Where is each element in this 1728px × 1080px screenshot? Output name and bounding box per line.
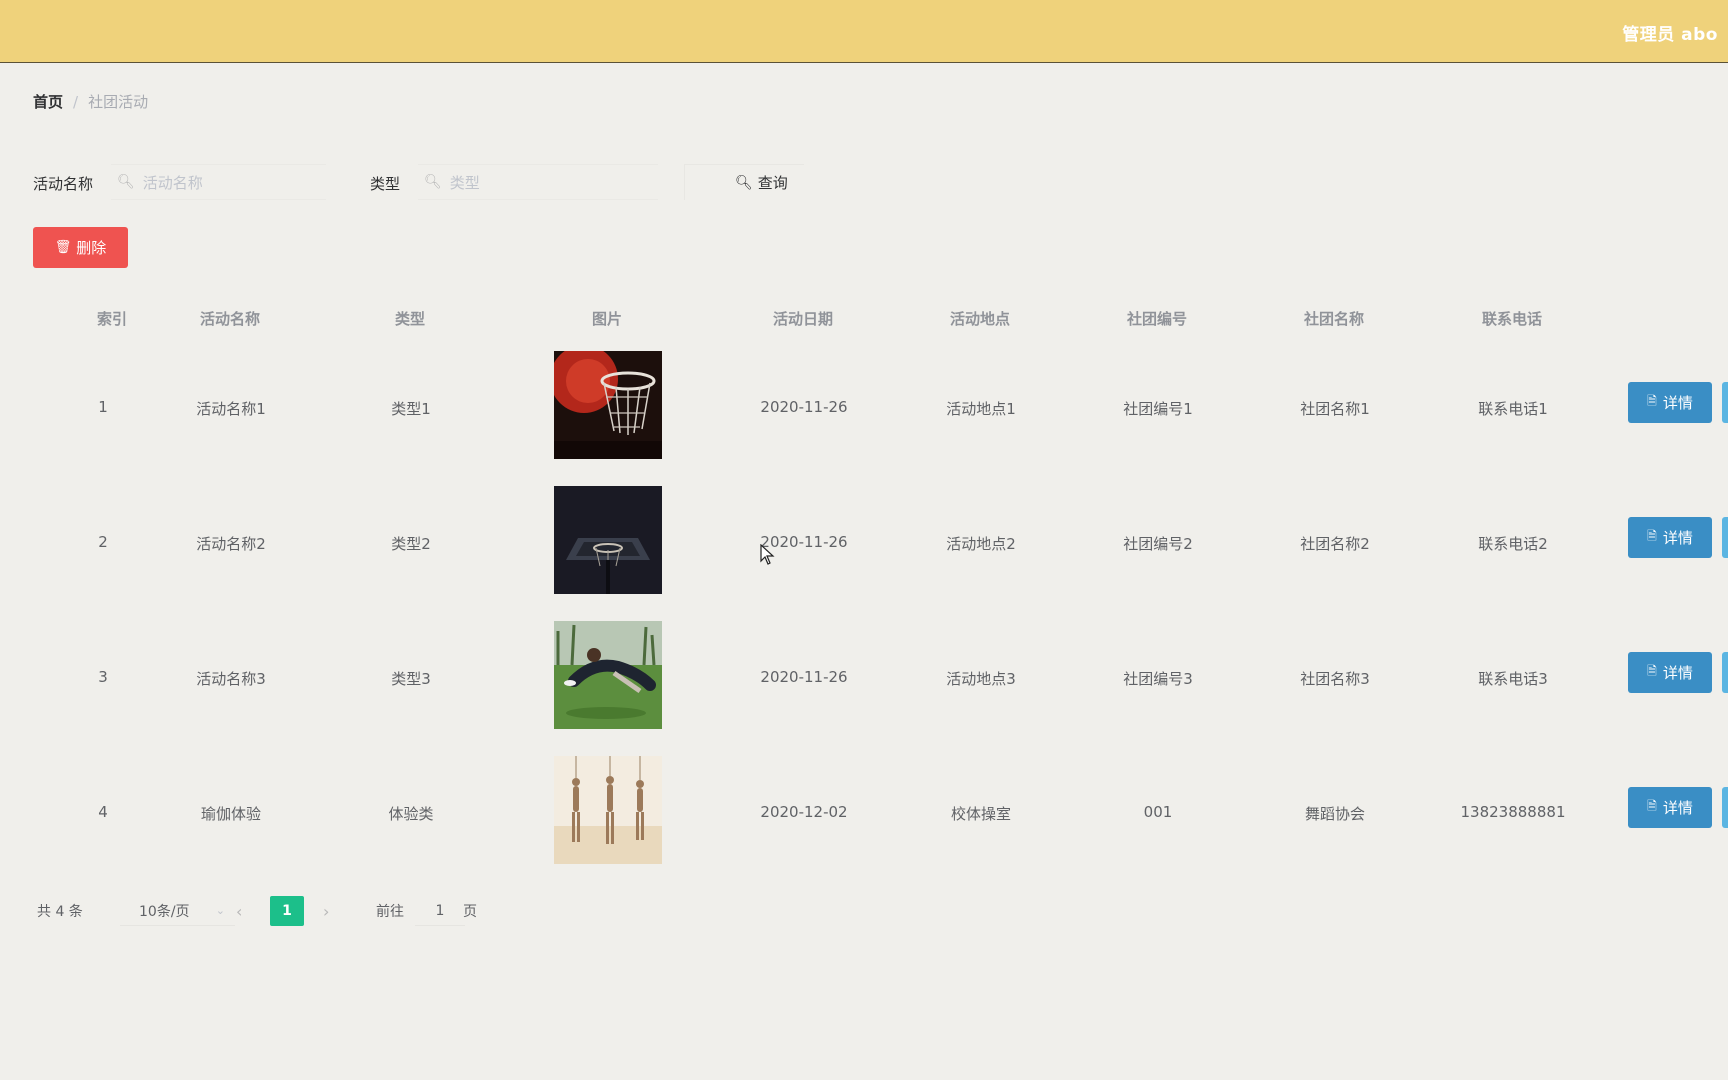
cell-club-name: 社团名称3 [1300,670,1370,688]
document-icon: 🗎︎ [1647,394,1657,408]
chevron-down-icon: ⌄ [215,904,225,917]
delete-button-label: 删除 [76,239,107,257]
activity-table: 索引 活动名称 类型 图片 活动日期 活动地点 社团编号 社团名称 联系电话 1… [33,295,1728,880]
column-header-date: 活动日期 [772,310,834,328]
cell-phone: 联系电话1 [1478,400,1548,418]
cell-name: 活动名称3 [196,670,266,688]
cell-phone: 联系电话2 [1478,535,1548,553]
top-header-bar: 管理员 abo [0,0,1728,63]
cell-club-no: 001 [1143,803,1173,821]
activity-name-placeholder: 活动名称 [142,173,203,192]
table-row[interactable]: 4 瑜伽体验 体验类 2020-12-02 校体操室 001 舞蹈协会 1382… [33,745,1728,880]
cell-type: 类型1 [391,400,431,418]
cell-club-no: 社团编号3 [1123,670,1193,688]
column-header-phone: 联系电话 [1481,310,1543,328]
cell-index: 1 [98,398,108,416]
edit-button-partial[interactable] [1722,787,1728,828]
prev-page-icon[interactable]: ‹ [236,896,242,926]
goto-page-input[interactable]: 1 [415,896,465,926]
pagination: 共 4 条 10条/页 ⌄ ‹ 1 › 前往 1 页 [37,896,497,926]
detail-button[interactable]: 🗎︎ 详情 [1628,517,1712,558]
document-icon: 🗎︎ [1647,664,1657,678]
cell-club-name: 舞蹈协会 [1304,805,1366,823]
detail-button-label: 详情 [1662,529,1693,547]
cell-phone: 联系电话3 [1478,670,1548,688]
table-row[interactable]: 3 活动名称3 类型3 2020-11-26 活动地点3 社团编号3 社团名称3… [33,610,1728,745]
column-header-name: 活动名称 [199,310,261,328]
cell-type: 体验类 [388,805,434,823]
cell-index: 4 [98,803,108,821]
detail-button-label: 详情 [1662,664,1693,682]
cell-club-no: 社团编号1 [1123,400,1193,418]
column-header-image: 图片 [591,310,623,328]
table-row[interactable]: 1 活动名称1 类型1 2020-11-26 活动地点1 社团编号1 社团名称1… [33,340,1728,475]
detail-button[interactable]: 🗎︎ 详情 [1628,787,1712,828]
table-row[interactable]: 2 活动名称2 类型2 2020-11-26 活动地点2 社团编号2 社团名称2… [33,475,1728,610]
document-icon: 🗎︎ [1647,799,1657,813]
cell-type: 类型3 [391,670,431,688]
search-icon: 🔍︎ [424,174,442,190]
cell-club-name: 社团名称2 [1300,535,1370,553]
delete-button[interactable]: 🗑︎ 删除 [33,227,128,268]
cell-name: 瑜伽体验 [200,805,262,823]
cell-place: 活动地点2 [946,535,1016,553]
cell-phone: 13823888881 [1460,803,1566,821]
search-bar: 活动名称 🔍︎ 活动名称 类型 🔍︎ 类型 🔍︎ 查询 [33,164,804,200]
cell-index: 2 [98,533,108,551]
type-input[interactable]: 🔍︎ 类型 [418,164,658,200]
column-header-index: 索引 [96,310,128,328]
page-size-select[interactable]: 10条/页 ⌄ [120,896,235,926]
document-icon: 🗎︎ [1647,529,1657,543]
cell-place: 校体操室 [950,805,1012,823]
type-label: 类型 [370,175,401,193]
activity-image-basketball-hoop[interactable] [554,351,662,459]
pagination-total: 共 4 条 [37,904,83,920]
column-header-club-name: 社团名称 [1303,310,1365,328]
page-number-current[interactable]: 1 [270,896,304,926]
cell-date: 2020-11-26 [760,398,848,416]
mouse-cursor-icon [760,544,775,565]
cell-index: 3 [98,668,108,686]
column-header-club-no: 社团编号 [1126,310,1188,328]
detail-button-label: 详情 [1662,799,1693,817]
edit-button-partial[interactable] [1722,382,1728,423]
goto-label: 前往 [376,904,404,920]
cell-place: 活动地点3 [946,670,1016,688]
breadcrumb-separator: / [73,92,79,111]
breadcrumb-current: 社团活动 [88,93,149,111]
type-placeholder: 类型 [449,173,480,192]
admin-user-label[interactable]: 管理员 abo [1622,20,1718,45]
activity-name-label: 活动名称 [33,175,94,193]
cell-place: 活动地点1 [946,400,1016,418]
cell-name: 活动名称2 [196,535,266,553]
table-header: 索引 活动名称 类型 图片 活动日期 活动地点 社团编号 社团名称 联系电话 [33,295,1728,340]
column-header-type: 类型 [394,310,426,328]
breadcrumb: 首页 / 社团活动 [33,91,148,112]
trash-icon: 🗑︎ [54,240,72,255]
cell-club-no: 社团编号2 [1123,535,1193,553]
detail-button[interactable]: 🗎︎ 详情 [1628,382,1712,423]
activity-image-frisbee[interactable] [554,621,662,729]
cell-type: 类型2 [391,535,431,553]
activity-image-night-hoop[interactable] [554,486,662,594]
activity-image-yoga[interactable] [554,756,662,864]
edit-button-partial[interactable] [1722,652,1728,693]
breadcrumb-home[interactable]: 首页 [33,91,63,112]
detail-button-label: 详情 [1662,394,1693,412]
edit-button-partial[interactable] [1722,517,1728,558]
search-icon: 🔍︎ [735,174,753,191]
query-button-label: 查询 [757,174,788,192]
detail-button[interactable]: 🗎︎ 详情 [1628,652,1712,693]
cell-date: 2020-11-26 [760,668,848,686]
query-button[interactable]: 🔍︎ 查询 [684,164,804,200]
page-size-value: 10条/页 [139,903,190,920]
goto-suffix: 页 [463,904,477,920]
next-page-icon[interactable]: › [323,896,329,926]
cell-date: 2020-12-02 [760,803,848,821]
cell-name: 活动名称1 [196,400,266,418]
search-icon: 🔍︎ [117,174,135,190]
column-header-place: 活动地点 [949,310,1011,328]
activity-name-input[interactable]: 🔍︎ 活动名称 [111,164,326,200]
cell-club-name: 社团名称1 [1300,400,1370,418]
